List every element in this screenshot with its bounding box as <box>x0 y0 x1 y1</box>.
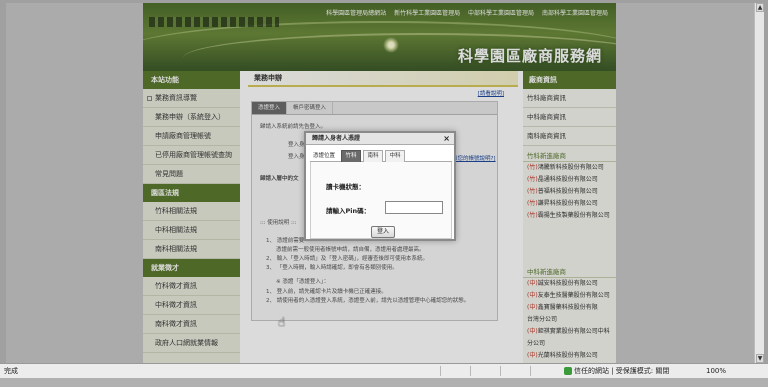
status-divider <box>470 366 471 376</box>
scroll-up-icon[interactable]: ▲ <box>756 3 764 12</box>
dialog-body: 讀卡機狀態： 請輸入Pin碼： 登入 <box>310 162 452 239</box>
cert-location-label: 憑證位置 <box>313 153 336 159</box>
status-text: 完成 <box>4 367 18 375</box>
reader-status-label: 讀卡機狀態： <box>326 183 365 191</box>
status-divider <box>530 366 531 376</box>
vertical-scrollbar[interactable]: ▲ ▼ <box>754 3 764 363</box>
close-icon[interactable]: × <box>443 133 450 145</box>
cert-login-dialog: 歸請入身者人憑證 × 憑證位置 竹科 南科 中科 讀卡機狀態： 請輸入Pin碼：… <box>304 131 456 241</box>
status-bar: 完成 信任的網站 | 受保護模式: 關閉 100% <box>0 363 768 378</box>
pin-label: 請輸入Pin碼： <box>326 207 371 215</box>
hand-cursor-icon: ☝ <box>278 315 286 329</box>
park-tabs: 憑證位置 竹科 南科 中科 <box>310 150 452 162</box>
login-button[interactable]: 登入 <box>371 226 395 238</box>
window-frame-bottom <box>0 378 768 387</box>
tab-central[interactable]: 中科 <box>385 150 405 162</box>
security-zone-label: 信任的網站 | 受保護模式: 關閉 <box>574 367 670 375</box>
status-divider <box>500 366 501 376</box>
scroll-down-icon[interactable]: ▼ <box>756 354 764 363</box>
pin-input[interactable] <box>385 201 443 214</box>
browser-window: 科學園區管理局總網站 新竹科學工業園區管理局 中部科學工業園區管理局 南部科學工… <box>0 0 768 387</box>
status-divider <box>440 366 441 376</box>
zoom-level[interactable]: 100% <box>706 364 726 378</box>
dialog-title: 歸請入身者人憑證 <box>306 133 454 145</box>
tab-hsinchu[interactable]: 竹科 <box>341 150 361 162</box>
security-zone[interactable]: 信任的網站 | 受保護模式: 關閉 <box>564 364 669 378</box>
shield-icon <box>564 367 572 375</box>
tab-southern[interactable]: 南科 <box>363 150 383 162</box>
browser-viewport: 科學園區管理局總網站 新竹科學工業園區管理局 中部科學工業園區管理局 南部科學工… <box>6 3 754 363</box>
